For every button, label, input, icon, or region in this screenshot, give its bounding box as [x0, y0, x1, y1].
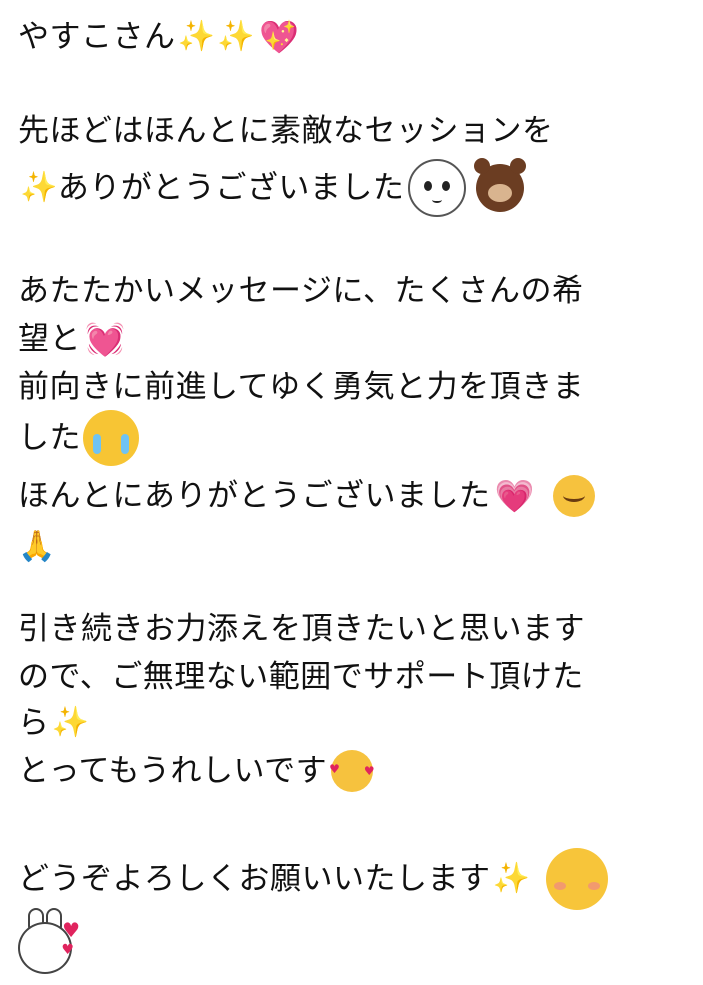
message-line-8: ほんとにありがとうございました 💗	[18, 470, 595, 522]
relieved-face-icon	[552, 475, 595, 517]
courage-text: 前向きに前進してゆく勇気と力を頂きま	[18, 369, 585, 405]
session-thanks-text: 先ほどはほんとに素敵なセッションを	[18, 113, 554, 149]
crying-face-icon	[83, 410, 139, 466]
heart-vibration-icon: 💓	[85, 320, 126, 358]
sparkles-icon: ✨	[217, 19, 256, 54]
message-line-13: とってもうれしいです ♥ ♥	[18, 748, 375, 794]
folded-hands-icon: 🙏	[18, 529, 56, 564]
message-line-3: ✨ ありがとうございました	[18, 158, 527, 218]
support-scope-text: ので、ご無理ない範囲でサポート頂けた	[18, 659, 584, 695]
message-line-4: あたたかいメッセージに、たくさんの希	[18, 268, 583, 314]
pleading-face-icon	[408, 159, 467, 217]
thanks-again-text: ほんとにありがとうございました	[18, 478, 491, 514]
message-line-6: 前向きに前進してゆく勇気と力を頂きま	[18, 364, 584, 410]
sparkles-icon: ✨	[177, 19, 216, 54]
brown-bear-icon	[474, 158, 527, 212]
pink-heart-icon: 💗	[494, 477, 535, 515]
sparkling-heart-icon: 💖	[259, 18, 300, 56]
sparkles-icon: ✨	[20, 170, 58, 205]
smiling-face-with-hearts-icon: ♥ ♥	[329, 750, 375, 792]
sparkles-icon: ✨	[492, 861, 531, 896]
message-line-11: ので、ご無理ない範囲でサポート頂けた	[18, 654, 584, 700]
message-line-7: した	[18, 410, 139, 466]
message-line-5: 望と 💓	[18, 316, 125, 362]
sparkles-icon: ✨	[51, 705, 90, 740]
bunny-hearts-icon: ♥ ♥	[18, 908, 80, 974]
hope-text: 望と	[18, 321, 81, 357]
thank-you-text: ありがとうございました	[57, 170, 405, 206]
closing-text: どうぞよろしくお願いいたします	[18, 861, 491, 897]
request-support-text: 引き続きお力添えを頂きたいと思います	[18, 611, 585, 647]
if-text: ら	[18, 705, 50, 741]
message-line-12: ら ✨	[18, 700, 89, 746]
message-line-10: 引き続きお力添えを頂きたいと思います	[18, 606, 585, 652]
message-line-1: やすこさん ✨ ✨ 💖	[18, 14, 300, 60]
message-line-2: 先ほどはほんとに素敵なセッションを	[18, 108, 554, 154]
greeting-text: やすこさん	[18, 19, 176, 55]
message-line-9: 🙏	[18, 524, 56, 570]
received-text: した	[18, 420, 81, 456]
sun-face-icon	[546, 848, 609, 910]
happy-text: とってもうれしいです	[18, 753, 328, 789]
warm-message-text: あたたかいメッセージに、たくさんの希	[18, 273, 584, 309]
message-line-14: どうぞよろしくお願いいたします ✨	[18, 846, 609, 912]
